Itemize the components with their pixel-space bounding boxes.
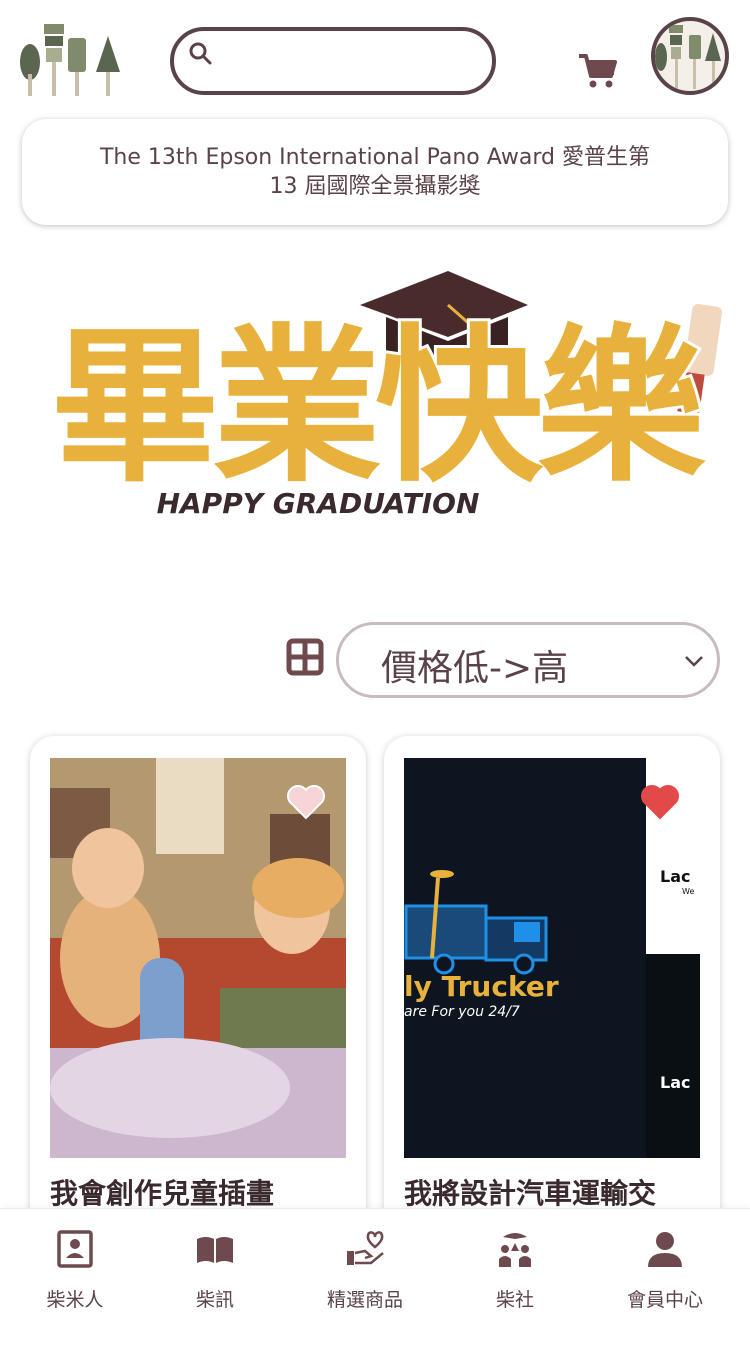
header <box>0 0 750 110</box>
product-title[interactable]: 我將設計汽車運輸交 <box>404 1172 704 1212</box>
avatar[interactable] <box>651 17 729 95</box>
banner-title-en: HAPPY GRADUATION <box>157 487 480 520</box>
chevron-down-icon <box>685 656 703 667</box>
cart-icon[interactable] <box>576 48 620 92</box>
thumb-side-sub: We <box>682 887 694 896</box>
sort-select[interactable]: 價格低->高 <box>336 622 720 698</box>
nav-label: 柴米人 <box>46 1289 104 1311</box>
search-icon <box>189 42 212 65</box>
thumb-brand-text: ly Trucker <box>404 970 559 1003</box>
thumb-side-text: Lac <box>660 1073 690 1092</box>
product-title[interactable]: 我會創作兒童插畫 <box>50 1172 350 1212</box>
nav-item-member-center[interactable]: 會員中心 <box>590 1209 740 1352</box>
nav-label: 柴社 <box>495 1289 534 1311</box>
search-bar[interactable] <box>170 27 496 95</box>
open-book-icon <box>197 1237 233 1263</box>
announcement-banner[interactable]: The 13th Epson International Pano Award … <box>22 119 728 225</box>
community-icon <box>499 1233 531 1267</box>
thumb-side-text: Lac <box>660 867 690 886</box>
nav-label: 精選商品 <box>326 1289 403 1311</box>
graduation-banner[interactable]: 畢業快樂 HAPPY GRADUATION <box>0 255 750 555</box>
hand-heart-icon <box>347 1231 384 1265</box>
nav-item-chaishe[interactable]: 柴社 <box>440 1209 590 1352</box>
nav-item-featured[interactable]: 精選商品 <box>290 1209 440 1352</box>
thumb-tagline-text: are For you 24/7 <box>404 1004 520 1020</box>
product-image-illustration <box>50 758 346 1158</box>
grid-view-icon[interactable] <box>286 638 324 676</box>
favorite-heart-icon[interactable] <box>640 784 680 820</box>
product-image-trucker: ly Trucker are For you 24/7 Lac We Lac <box>404 758 700 1158</box>
bottom-nav: 柴米人 柴訊 精選商品 柴社 會員中心 <box>0 1208 750 1352</box>
banner-title-zh: 畢業快樂 <box>51 307 706 505</box>
search-input[interactable] <box>222 41 482 81</box>
nav-label: 柴訊 <box>195 1289 234 1311</box>
user-icon <box>648 1232 682 1267</box>
sort-selected-value: 價格低->高 <box>381 648 569 689</box>
nav-item-chaixun[interactable]: 柴訊 <box>140 1209 290 1352</box>
favorite-heart-icon[interactable] <box>286 784 326 820</box>
announcement-text: The 13th Epson International Pano Award … <box>99 145 650 199</box>
contact-card-icon <box>57 1230 93 1268</box>
nav-label: 會員中心 <box>626 1289 703 1311</box>
logo-trees-icon[interactable] <box>18 24 122 100</box>
nav-item-chaimiren[interactable]: 柴米人 <box>0 1209 150 1352</box>
